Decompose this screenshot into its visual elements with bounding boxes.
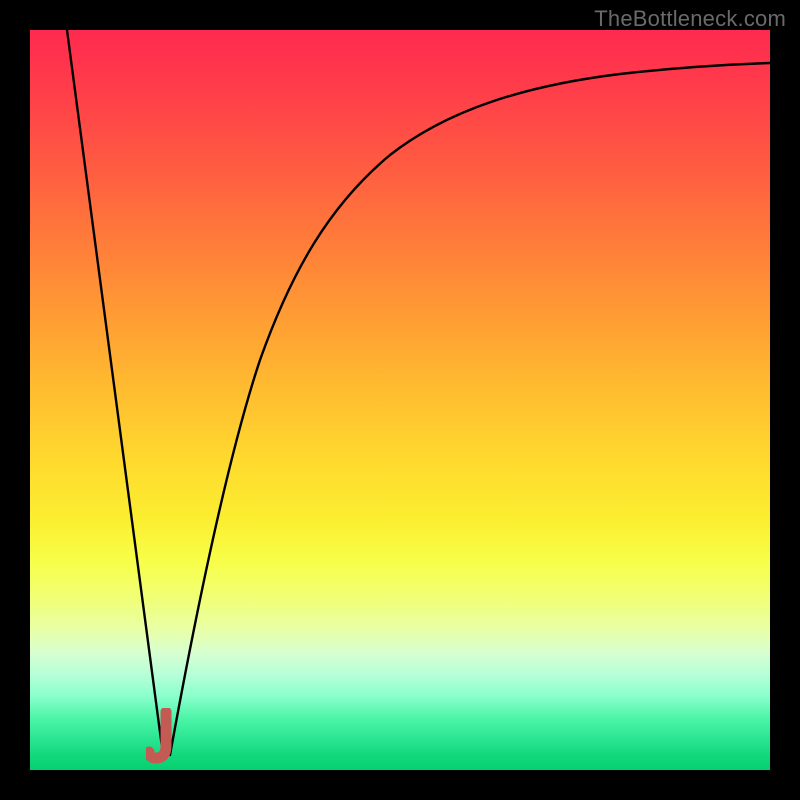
left-ray-path [67,30,163,755]
watermark-text: TheBottleneck.com [594,6,786,32]
chart-frame: TheBottleneck.com [0,0,800,800]
right-curve-path [170,63,770,755]
plot-area [30,30,770,770]
chart-lines [30,30,770,770]
